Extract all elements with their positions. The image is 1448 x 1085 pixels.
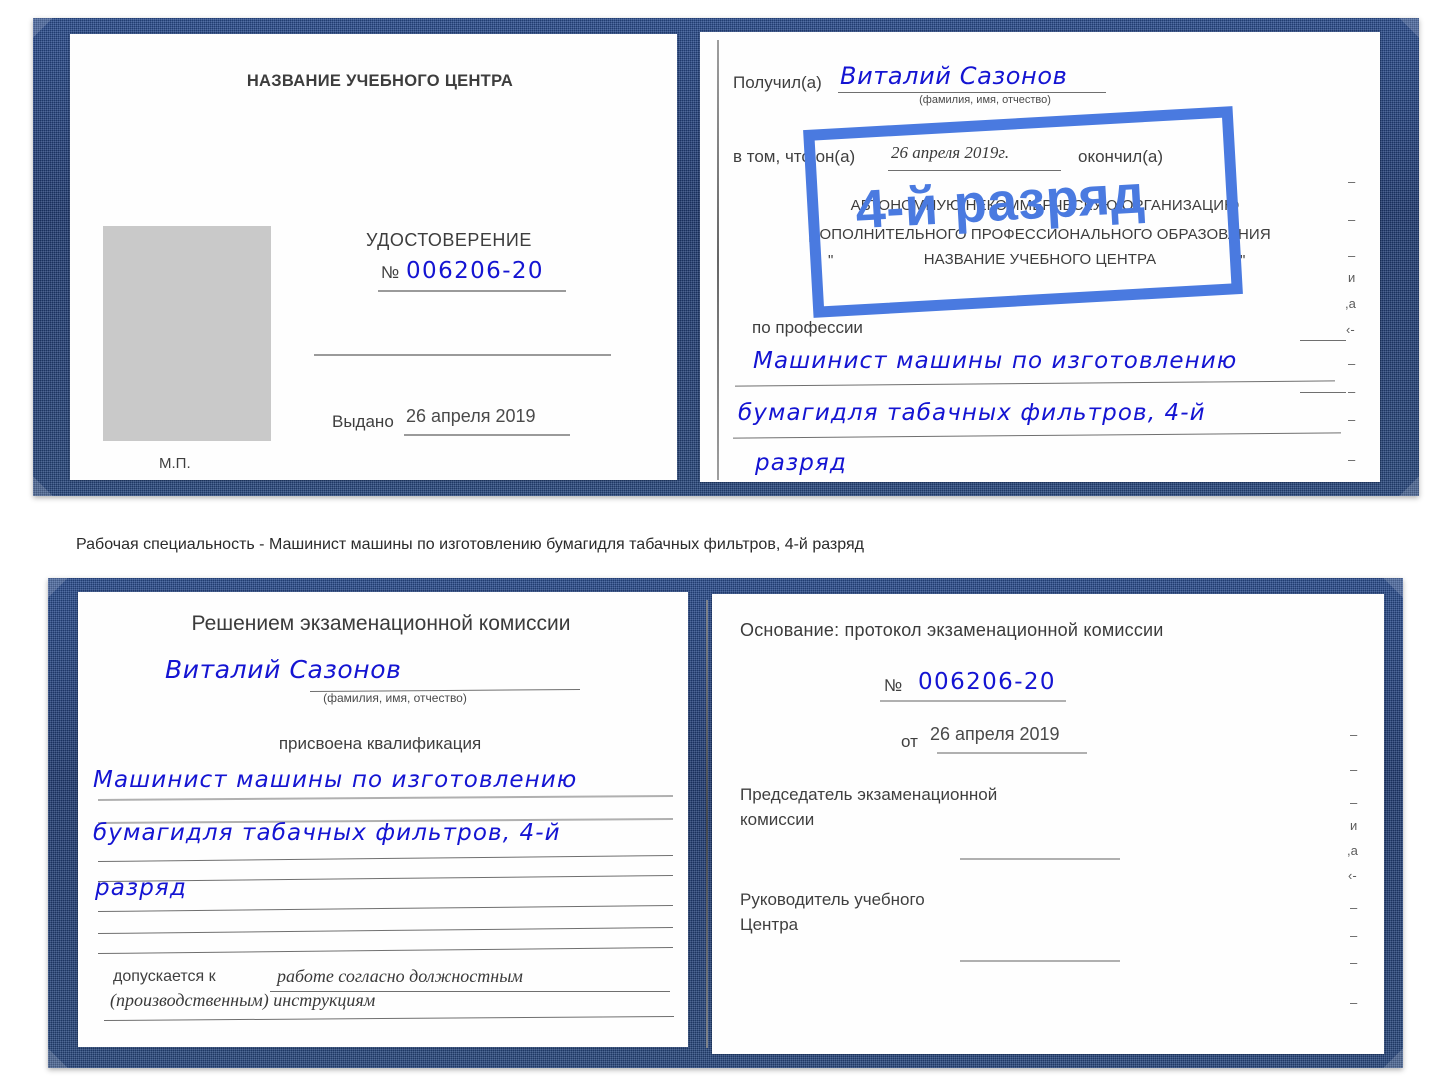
issue-date-label: Выдано [332,412,394,431]
profession-line-1: Машинист машины по изготовлению [753,348,1238,374]
organization-line-2: ДОПОЛНИТЕЛЬНОГО ПРОФЕССИОНАЛЬНОГО ОБРАЗО… [809,226,1271,243]
head-of-center-signature-rule [960,960,1120,962]
head-of-center-line-2: Центра [740,915,799,934]
chairman-line-2: комиссии [740,810,815,829]
admitted-to-value-2: (производственным) инструкциям [110,990,376,1010]
admitted-to-label: допускается к [113,968,216,985]
edge-rule-top-1 [1300,340,1346,341]
profession-label: по профессии [752,318,863,337]
qualification-line-2: бумагидля табачных фильтров, 4-й [93,820,561,846]
protocol-number-value: 006206-20 [918,669,1056,695]
page-caption: Рабочая специальность - Машинист машины … [76,536,864,553]
protocol-date-value: 26 апреля 2019 [930,724,1060,744]
profession-line-3: разряд [755,450,847,476]
issue-date-value: 26 апреля 2019 [406,406,536,426]
qualification-awarded-label: присвоена квалификация [278,734,482,753]
seal-place-label: М.П. [159,455,191,472]
certificate-top-spine [717,40,719,480]
name-hint-top: (фамилия, имя, отчество) [919,94,1051,106]
received-by-value: Виталий Сазонов [840,62,1068,90]
chairman-line-1: Председатель экзаменационной [740,785,998,804]
photo-placeholder [103,226,271,441]
protocol-number-rule [880,700,1066,702]
in-that-label: в том, что он(а) [733,147,856,166]
blank-rule-top-left [314,354,611,356]
protocol-date-rule [937,752,1087,754]
organization-quote-close: " [1240,252,1246,269]
document-type-label: УДОСТОВЕРЕНИЕ [366,230,532,250]
completion-date-rule [888,170,1061,171]
received-by-rule [838,92,1106,93]
protocol-date-label: от [901,732,918,751]
profession-line-2: бумагидля табачных фильтров, 4-й [738,400,1206,426]
admitted-to-value-1: работе согласно должностным [277,966,523,986]
issue-date-rule [404,434,570,436]
chairman-signature-rule [960,858,1120,860]
head-of-center-line-1: Руководитель учебного [740,890,925,909]
certificate-bottom-spine [706,600,708,1048]
screenshot-root: НАЗВАНИЕ УЧЕБНОГО ЦЕНТРА УДОСТОВЕРЕНИЕ №… [0,0,1448,1085]
qualification-line-1: Машинист машины по изготовлению [93,767,578,793]
certificate-number-value: 006206-20 [406,258,544,284]
organization-name: НАЗВАНИЕ УЧЕБНОГО ЦЕНТРА [923,251,1157,268]
edge-rule-top-2 [1300,392,1346,393]
received-by-label: Получил(а) [733,73,822,92]
protocol-number-label: № [884,676,903,695]
training-center-heading: НАЗВАНИЕ УЧЕБНОГО ЦЕНТРА [246,72,514,90]
certificate-number-label: № [381,263,400,282]
organization-line-1: АВТОНОМНУЮ НЕКОММЕРЧЕСКУЮ ОРГАНИЗАЦИЮ [850,197,1240,214]
basis-protocol-label: Основание: протокол экзаменационной коми… [740,620,1164,640]
certificate-number-rule [378,290,566,292]
completion-date-value: 26 апреля 2019г. [891,143,1010,162]
qualification-line-3: разряд [95,875,187,901]
name-hint-bottom: (фамилия, имя, отчество) [323,691,467,705]
finished-label: окончил(а) [1078,147,1163,166]
commission-decision-heading: Решением экзаменационной комиссии [191,612,571,635]
graduate-name-value: Виталий Сазонов [165,655,402,684]
